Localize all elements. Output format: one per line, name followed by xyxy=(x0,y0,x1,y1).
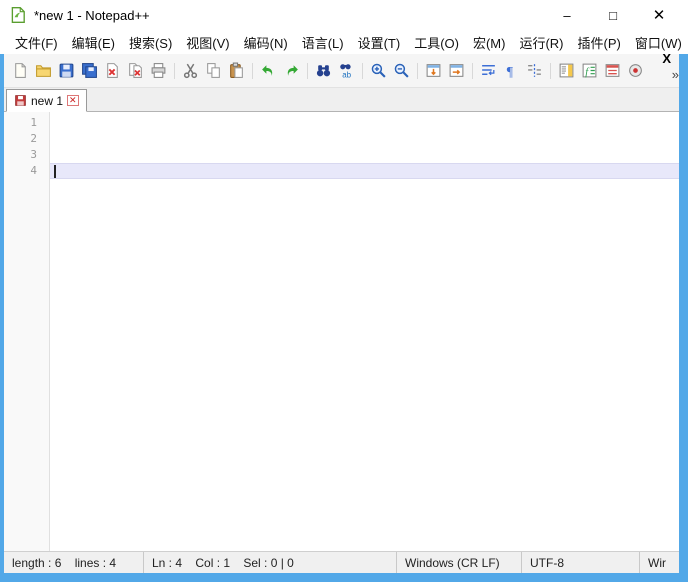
window-body: X » ab ¶ f new 1 ✕ 1 2 3 4 length: 6 li… xyxy=(0,51,688,582)
menu-item-edit[interactable]: 编辑(E) xyxy=(65,31,122,54)
menu-item-search[interactable]: 搜索(S) xyxy=(122,31,179,54)
text-caret xyxy=(54,165,56,178)
indent-guide-icon[interactable] xyxy=(523,60,546,82)
editor-text-area[interactable] xyxy=(50,112,679,551)
sync-horizontal-scroll-icon[interactable] xyxy=(445,60,468,82)
menu-item-file[interactable]: 文件(F) xyxy=(8,31,65,54)
svg-text:¶: ¶ xyxy=(507,64,514,79)
svg-text:ab: ab xyxy=(342,70,351,79)
menu-item-view[interactable]: 视图(V) xyxy=(179,31,236,54)
toolbar-separator xyxy=(174,62,175,79)
tab-new-1[interactable]: new 1 ✕ xyxy=(6,89,87,112)
line-number: 2 xyxy=(30,132,37,145)
menu-item-encoding[interactable]: 编码(N) xyxy=(237,31,295,54)
current-line-highlight xyxy=(50,163,679,179)
copy-icon[interactable] xyxy=(202,60,225,82)
macro-record-icon[interactable] xyxy=(624,60,647,82)
function-list-icon[interactable]: f xyxy=(578,60,601,82)
toolbar-separator xyxy=(550,62,551,79)
unsaved-indicator-icon xyxy=(14,94,27,107)
menu-item-window[interactable]: 窗口(W) xyxy=(628,31,688,54)
close-document-icon[interactable] xyxy=(101,60,124,82)
line-number: 4 xyxy=(30,164,37,177)
print-icon[interactable] xyxy=(147,60,170,82)
document-map-icon[interactable] xyxy=(555,60,578,82)
editor-pane: 1 2 3 4 xyxy=(4,112,679,551)
find-icon[interactable] xyxy=(312,60,335,82)
close-all-documents-icon[interactable] xyxy=(124,60,147,82)
tab-bar: new 1 ✕ xyxy=(4,88,679,112)
open-folder-icon[interactable] xyxy=(32,60,55,82)
toolbar-overflow-chevron[interactable]: » xyxy=(672,67,679,82)
title-bar[interactable]: *new 1 - Notepad++ – □ ✕ xyxy=(0,0,688,30)
menu-item-language[interactable]: 语言(L) xyxy=(295,31,351,54)
menu-item-tools[interactable]: 工具(O) xyxy=(407,31,466,54)
replace-icon[interactable]: ab xyxy=(335,60,358,82)
status-bar: length : 6 lines : 4 Ln : 4 Col : 1 Sel … xyxy=(4,551,679,573)
menu-bar: 文件(F) 编辑(E) 搜索(S) 视图(V) 编码(N) 语言(L) 设置(T… xyxy=(0,30,688,54)
save-icon[interactable] xyxy=(55,60,78,82)
notepadpp-window: *new 1 - Notepad++ – □ ✕ 文件(F) 编辑(E) 搜索(… xyxy=(0,0,688,582)
word-wrap-icon[interactable] xyxy=(477,60,500,82)
menubar-close-x[interactable]: X xyxy=(662,51,671,66)
undo-icon[interactable] xyxy=(257,60,280,82)
toolbar-separator xyxy=(252,62,253,79)
maximize-button[interactable]: □ xyxy=(590,0,636,30)
zoom-out-icon[interactable] xyxy=(390,60,413,82)
paste-icon[interactable] xyxy=(225,60,248,82)
close-button[interactable]: ✕ xyxy=(636,0,682,30)
menu-item-macro[interactable]: 宏(M) xyxy=(466,31,513,54)
notepadpp-app-icon[interactable] xyxy=(9,6,27,24)
show-all-characters-icon[interactable]: ¶ xyxy=(500,60,523,82)
minimize-button[interactable]: – xyxy=(544,0,590,30)
notepadpp-logo-icon xyxy=(11,7,25,23)
menu-item-settings[interactable]: 设置(T) xyxy=(351,31,408,54)
save-all-icon[interactable] xyxy=(78,60,101,82)
menu-item-run[interactable]: 运行(R) xyxy=(512,31,570,54)
status-length-lines: length : 6 lines : 4 xyxy=(4,552,144,573)
sync-vertical-scroll-icon[interactable] xyxy=(422,60,445,82)
file-browser-icon[interactable] xyxy=(601,60,624,82)
status-right: Wir xyxy=(648,555,666,570)
status-eol-format: Windows (CR LF) xyxy=(397,552,522,573)
menu-item-plugins[interactable]: 插件(P) xyxy=(571,31,628,54)
line-number: 1 xyxy=(30,116,37,129)
new-file-icon[interactable] xyxy=(9,60,32,82)
toolbar-separator xyxy=(472,62,473,79)
toolbar-separator xyxy=(307,62,308,79)
toolbar: ab ¶ f xyxy=(4,54,679,88)
zoom-in-icon[interactable] xyxy=(367,60,390,82)
cut-icon[interactable] xyxy=(179,60,202,82)
line-number: 3 xyxy=(30,148,37,161)
tab-close-icon[interactable]: ✕ xyxy=(67,95,79,106)
toolbar-separator xyxy=(362,62,363,79)
status-cursor-position: Ln : 4 Col : 1 Sel : 0 | 0 xyxy=(144,552,397,573)
window-controls: – □ ✕ xyxy=(544,0,688,30)
redo-icon[interactable] xyxy=(280,60,303,82)
tab-label: new 1 xyxy=(31,93,64,108)
window-title: *new 1 - Notepad++ xyxy=(34,7,150,23)
line-number-gutter[interactable]: 1 2 3 4 xyxy=(4,112,50,551)
status-encoding: UTF-8 xyxy=(522,552,640,573)
toolbar-separator xyxy=(417,62,418,79)
